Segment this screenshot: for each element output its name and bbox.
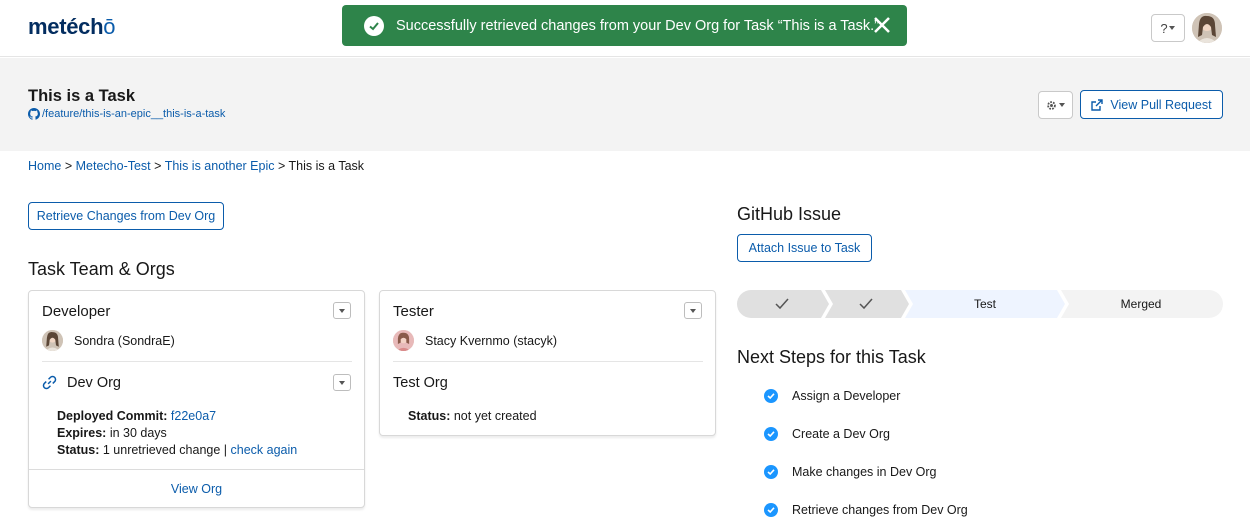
tester-card: Tester Stacy Kvernmo (stacyk) Test Org S… bbox=[379, 290, 716, 436]
next-step-label: Assign a Developer bbox=[792, 389, 901, 403]
attach-issue-label: Attach Issue to Task bbox=[748, 241, 861, 255]
chevron-down-icon bbox=[1059, 103, 1065, 107]
page-title: This is a Task bbox=[28, 87, 135, 105]
next-step-item: Create a Dev Org bbox=[764, 427, 890, 441]
commit-label: Deployed Commit: bbox=[57, 409, 168, 423]
tester-role: Tester bbox=[393, 303, 434, 320]
status-value: 1 unretrieved change | bbox=[102, 443, 228, 457]
retrieve-changes-label: Retrieve Changes from Dev Org bbox=[36, 209, 216, 223]
path-stage-label: Merged bbox=[1120, 297, 1162, 311]
developer-username: Sondra (SondraE) bbox=[74, 333, 175, 348]
link-icon bbox=[42, 375, 57, 390]
status-label: Status: bbox=[408, 409, 451, 423]
breadcrumb-home[interactable]: Home bbox=[28, 159, 61, 173]
github-issue-heading: GitHub Issue bbox=[737, 204, 842, 224]
check-circle-icon bbox=[764, 465, 778, 479]
success-toast: Successfully retrieved changes from your… bbox=[342, 5, 907, 46]
external-link-icon bbox=[1091, 98, 1104, 111]
check-circle-icon bbox=[764, 389, 778, 403]
path-stage-label: Test bbox=[973, 297, 996, 311]
breadcrumb-project[interactable]: Metecho-Test bbox=[76, 159, 151, 173]
chevron-down-icon bbox=[1168, 26, 1175, 30]
next-step-label: Make changes in Dev Org bbox=[792, 465, 937, 479]
next-steps-heading: Next Steps for this Task bbox=[737, 347, 926, 367]
commit-link[interactable]: f22e0a7 bbox=[171, 409, 216, 423]
next-step-item: Make changes in Dev Org bbox=[764, 465, 937, 479]
toast-message: Successfully retrieved changes from your… bbox=[396, 17, 879, 34]
divider bbox=[42, 361, 352, 362]
next-step-label: Retrieve changes from Dev Org bbox=[792, 503, 968, 517]
chevron-down-icon bbox=[690, 308, 696, 313]
dev-org-details: Deployed Commit: f22e0a7 Expires: in 30 … bbox=[57, 408, 297, 459]
attach-issue-button[interactable]: Attach Issue to Task bbox=[737, 234, 872, 262]
breadcrumb-separator: > bbox=[277, 159, 286, 173]
dev-org-title: Dev Org bbox=[67, 375, 121, 391]
branch-link[interactable]: /feature/this-is-an-epic__this-is-a-task bbox=[28, 108, 225, 120]
task-team-heading: Task Team & Orgs bbox=[28, 259, 175, 279]
divider bbox=[393, 361, 703, 362]
check-circle-icon bbox=[764, 503, 778, 517]
dev-org-menu-button[interactable] bbox=[333, 374, 351, 391]
settings-menu-button[interactable] bbox=[1038, 91, 1073, 119]
developer-role: Developer bbox=[42, 303, 111, 320]
developer-card: Developer Sondra (SondraE) Dev Org Deplo… bbox=[28, 290, 365, 508]
breadcrumb-separator: > bbox=[64, 159, 73, 173]
github-icon bbox=[28, 108, 40, 120]
status-value: not yet created bbox=[453, 409, 537, 423]
chevron-down-icon bbox=[339, 308, 345, 313]
view-pull-request-button[interactable]: View Pull Request bbox=[1080, 90, 1223, 119]
avatar bbox=[393, 330, 414, 351]
user-avatar[interactable] bbox=[1192, 13, 1222, 43]
retrieve-changes-button[interactable]: Retrieve Changes from Dev Org bbox=[28, 202, 224, 230]
chevron-down-icon bbox=[339, 380, 345, 385]
test-org-details: Status: not yet created bbox=[408, 408, 537, 425]
breadcrumb-current: This is a Task bbox=[288, 159, 365, 173]
check-again-link[interactable]: check again bbox=[231, 443, 298, 457]
gear-icon bbox=[1047, 100, 1056, 110]
next-step-item: Retrieve changes from Dev Org bbox=[764, 503, 968, 517]
help-label: ? bbox=[1160, 20, 1168, 36]
tester-menu-button[interactable] bbox=[684, 302, 702, 319]
branch-name: /feature/this-is-an-epic__this-is-a-task bbox=[42, 108, 226, 120]
avatar bbox=[42, 330, 63, 351]
breadcrumb: Home > Metecho-Test > This is another Ep… bbox=[28, 159, 364, 173]
next-step-label: Create a Dev Org bbox=[792, 427, 890, 441]
test-org-title: Test Org bbox=[393, 375, 448, 391]
metecho-logo[interactable]: metéchō bbox=[28, 14, 115, 40]
view-org-link[interactable]: View Org bbox=[29, 482, 364, 496]
tester-username: Stacy Kvernmo (stacyk) bbox=[425, 333, 557, 348]
close-icon[interactable] bbox=[871, 14, 893, 36]
next-step-item: Assign a Developer bbox=[764, 389, 900, 403]
expires-value: in 30 days bbox=[109, 426, 167, 440]
status-label: Status: bbox=[57, 443, 100, 457]
page-header: This is a Task /feature/this-is-an-epic_… bbox=[0, 58, 1250, 151]
breadcrumb-separator: > bbox=[154, 159, 162, 173]
breadcrumb-epic[interactable]: This is another Epic bbox=[165, 159, 275, 173]
developer-menu-button[interactable] bbox=[333, 302, 351, 319]
task-progress-path: Test Merged bbox=[737, 290, 1223, 318]
divider bbox=[29, 469, 364, 470]
success-icon bbox=[364, 15, 384, 36]
developer-user: Sondra (SondraE) bbox=[42, 330, 175, 351]
check-circle-icon bbox=[764, 427, 778, 441]
expires-label: Expires: bbox=[57, 426, 107, 440]
tester-user: Stacy Kvernmo (stacyk) bbox=[393, 330, 557, 351]
help-button[interactable]: ? bbox=[1151, 14, 1185, 42]
view-pull-request-label: View Pull Request bbox=[1110, 97, 1212, 112]
